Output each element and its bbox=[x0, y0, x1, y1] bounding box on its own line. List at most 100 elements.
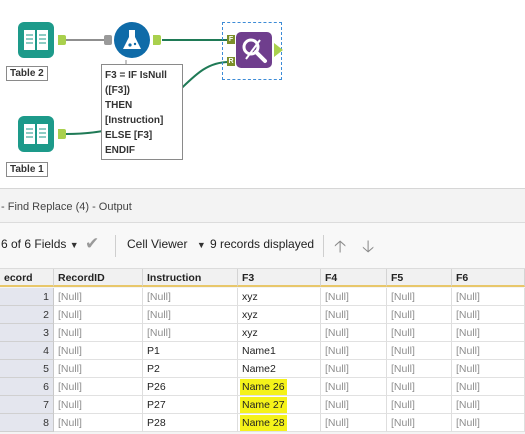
cell-value: [Null] bbox=[456, 291, 480, 303]
column-header[interactable]: F6 bbox=[452, 269, 525, 287]
table-row[interactable]: 7 [Null] P27 Name 27 [Null] [Null] [Null] bbox=[0, 396, 525, 414]
table-row[interactable]: 3 [Null] [Null] xyz [Null] [Null] [Null] bbox=[0, 324, 525, 342]
table-cell[interactable]: [Null] bbox=[387, 414, 452, 432]
column-header[interactable]: RecordID bbox=[54, 269, 143, 287]
table-cell[interactable]: P1 bbox=[143, 342, 238, 360]
table-cell[interactable]: [Null] bbox=[54, 414, 143, 432]
table2-input-tool[interactable] bbox=[18, 22, 54, 58]
table-cell[interactable]: [Null] bbox=[387, 342, 452, 360]
formula-input-anchor[interactable] bbox=[104, 35, 112, 45]
arrow-down-icon[interactable]: 🡣 bbox=[362, 234, 374, 263]
table-cell[interactable]: [Null] bbox=[321, 306, 387, 324]
cell-value: [Null] bbox=[147, 291, 171, 303]
cell-value: [Null] bbox=[391, 417, 415, 429]
table-cell[interactable]: [Null] bbox=[54, 378, 143, 396]
table-cell[interactable]: [Null] bbox=[321, 324, 387, 342]
cell-value: [Null] bbox=[58, 417, 82, 429]
find-anchor[interactable]: F bbox=[227, 35, 235, 44]
cell-value: [Null] bbox=[58, 309, 82, 321]
table-cell[interactable]: [Null] bbox=[143, 324, 238, 342]
cell-value: [Null] bbox=[58, 327, 82, 339]
table-row[interactable]: 6 [Null] P26 Name 26 [Null] [Null] [Null] bbox=[0, 378, 525, 396]
row-number: 5 bbox=[0, 360, 54, 378]
table-cell[interactable]: [Null] bbox=[321, 288, 387, 306]
view-selector[interactable]: Cell Viewer ▼ bbox=[127, 237, 206, 251]
toolbar-divider bbox=[115, 235, 116, 257]
find-replace-tool[interactable] bbox=[236, 32, 272, 68]
table-row[interactable]: 1 [Null] [Null] xyz [Null] [Null] [Null] bbox=[0, 288, 525, 306]
column-header[interactable]: F4 bbox=[321, 269, 387, 287]
table-cell[interactable]: [Null] bbox=[452, 324, 525, 342]
table-cell[interactable]: [Null] bbox=[54, 288, 143, 306]
table-cell[interactable]: [Null] bbox=[54, 324, 143, 342]
table-cell[interactable]: [Null] bbox=[387, 306, 452, 324]
find-replace-output-anchor[interactable] bbox=[274, 43, 283, 57]
formula-tool[interactable] bbox=[114, 22, 150, 58]
cell-value: P26 bbox=[147, 381, 166, 393]
table-cell[interactable]: xyz bbox=[238, 306, 321, 324]
cell-value: [Null] bbox=[391, 309, 415, 321]
table-cell[interactable]: [Null] bbox=[452, 396, 525, 414]
results-panel: - Find Replace (4) - Output 6 of 6 Field… bbox=[0, 188, 525, 434]
cell-value: [Null] bbox=[325, 291, 349, 303]
workflow-canvas[interactable]: Table 2 F3 = IF IsNull ([F3]) THEN [Inst… bbox=[0, 0, 525, 188]
checkmark-icon[interactable]: ✔ bbox=[85, 234, 99, 254]
column-header[interactable]: ecord bbox=[0, 269, 54, 287]
table-row[interactable]: 4 [Null] P1 Name1 [Null] [Null] [Null] bbox=[0, 342, 525, 360]
table-cell[interactable]: xyz bbox=[238, 324, 321, 342]
table-cell[interactable]: Name1 bbox=[238, 342, 321, 360]
column-header[interactable]: Instruction bbox=[143, 269, 238, 287]
table-cell[interactable]: [Null] bbox=[387, 288, 452, 306]
table-cell[interactable]: [Null] bbox=[321, 414, 387, 432]
table-cell[interactable]: P2 bbox=[143, 360, 238, 378]
table-cell[interactable]: [Null] bbox=[54, 342, 143, 360]
table-cell[interactable]: xyz bbox=[238, 288, 321, 306]
table-row[interactable]: 5 [Null] P2 Name2 [Null] [Null] [Null] bbox=[0, 360, 525, 378]
table-cell[interactable]: [Null] bbox=[452, 360, 525, 378]
cell-value: [Null] bbox=[391, 399, 415, 411]
cell-value: [Null] bbox=[58, 381, 82, 393]
cell-value: P28 bbox=[147, 417, 166, 429]
cell-value: [Null] bbox=[456, 363, 480, 375]
table-cell[interactable]: [Null] bbox=[143, 288, 238, 306]
cell-value: Name 26 bbox=[240, 379, 287, 395]
replace-anchor[interactable]: R bbox=[227, 57, 235, 66]
table-cell[interactable]: [Null] bbox=[452, 414, 525, 432]
table1-input-tool[interactable] bbox=[18, 116, 54, 152]
table-cell[interactable]: [Null] bbox=[387, 378, 452, 396]
table2-output-anchor[interactable] bbox=[58, 35, 66, 45]
table-cell[interactable]: [Null] bbox=[387, 324, 452, 342]
arrow-up-icon[interactable]: 🡡 bbox=[334, 234, 346, 263]
table-cell[interactable]: [Null] bbox=[387, 396, 452, 414]
cell-value: [Null] bbox=[456, 381, 480, 393]
fields-selector[interactable]: 6 of 6 Fields ▼ bbox=[1, 237, 79, 251]
cell-value: [Null] bbox=[456, 327, 480, 339]
column-header[interactable]: F3 bbox=[238, 269, 321, 287]
formula-output-anchor[interactable] bbox=[153, 35, 161, 45]
table-cell[interactable]: [Null] bbox=[54, 360, 143, 378]
table-cell[interactable]: [Null] bbox=[452, 378, 525, 396]
table-cell[interactable]: [Null] bbox=[321, 396, 387, 414]
table-cell[interactable]: Name2 bbox=[238, 360, 321, 378]
table-cell[interactable]: Name 28 bbox=[238, 414, 321, 432]
table-row[interactable]: 2 [Null] [Null] xyz [Null] [Null] [Null] bbox=[0, 306, 525, 324]
table-cell[interactable]: P27 bbox=[143, 396, 238, 414]
table-cell[interactable]: [Null] bbox=[452, 306, 525, 324]
table-cell[interactable]: [Null] bbox=[54, 306, 143, 324]
table-cell[interactable]: [Null] bbox=[387, 360, 452, 378]
table-row[interactable]: 8 [Null] P28 Name 28 [Null] [Null] [Null] bbox=[0, 414, 525, 432]
table1-output-anchor[interactable] bbox=[58, 129, 66, 139]
chevron-down-icon: ▼ bbox=[196, 240, 206, 250]
table-cell[interactable]: Name 26 bbox=[238, 378, 321, 396]
table-cell[interactable]: [Null] bbox=[452, 288, 525, 306]
table-cell[interactable]: P26 bbox=[143, 378, 238, 396]
table-cell[interactable]: [Null] bbox=[452, 342, 525, 360]
table-cell[interactable]: [Null] bbox=[321, 378, 387, 396]
table-cell[interactable]: P28 bbox=[143, 414, 238, 432]
table-cell[interactable]: Name 27 bbox=[238, 396, 321, 414]
table-cell[interactable]: [Null] bbox=[321, 360, 387, 378]
table-cell[interactable]: [Null] bbox=[54, 396, 143, 414]
column-header[interactable]: F5 bbox=[387, 269, 452, 287]
table-cell[interactable]: [Null] bbox=[321, 342, 387, 360]
table-cell[interactable]: [Null] bbox=[143, 306, 238, 324]
